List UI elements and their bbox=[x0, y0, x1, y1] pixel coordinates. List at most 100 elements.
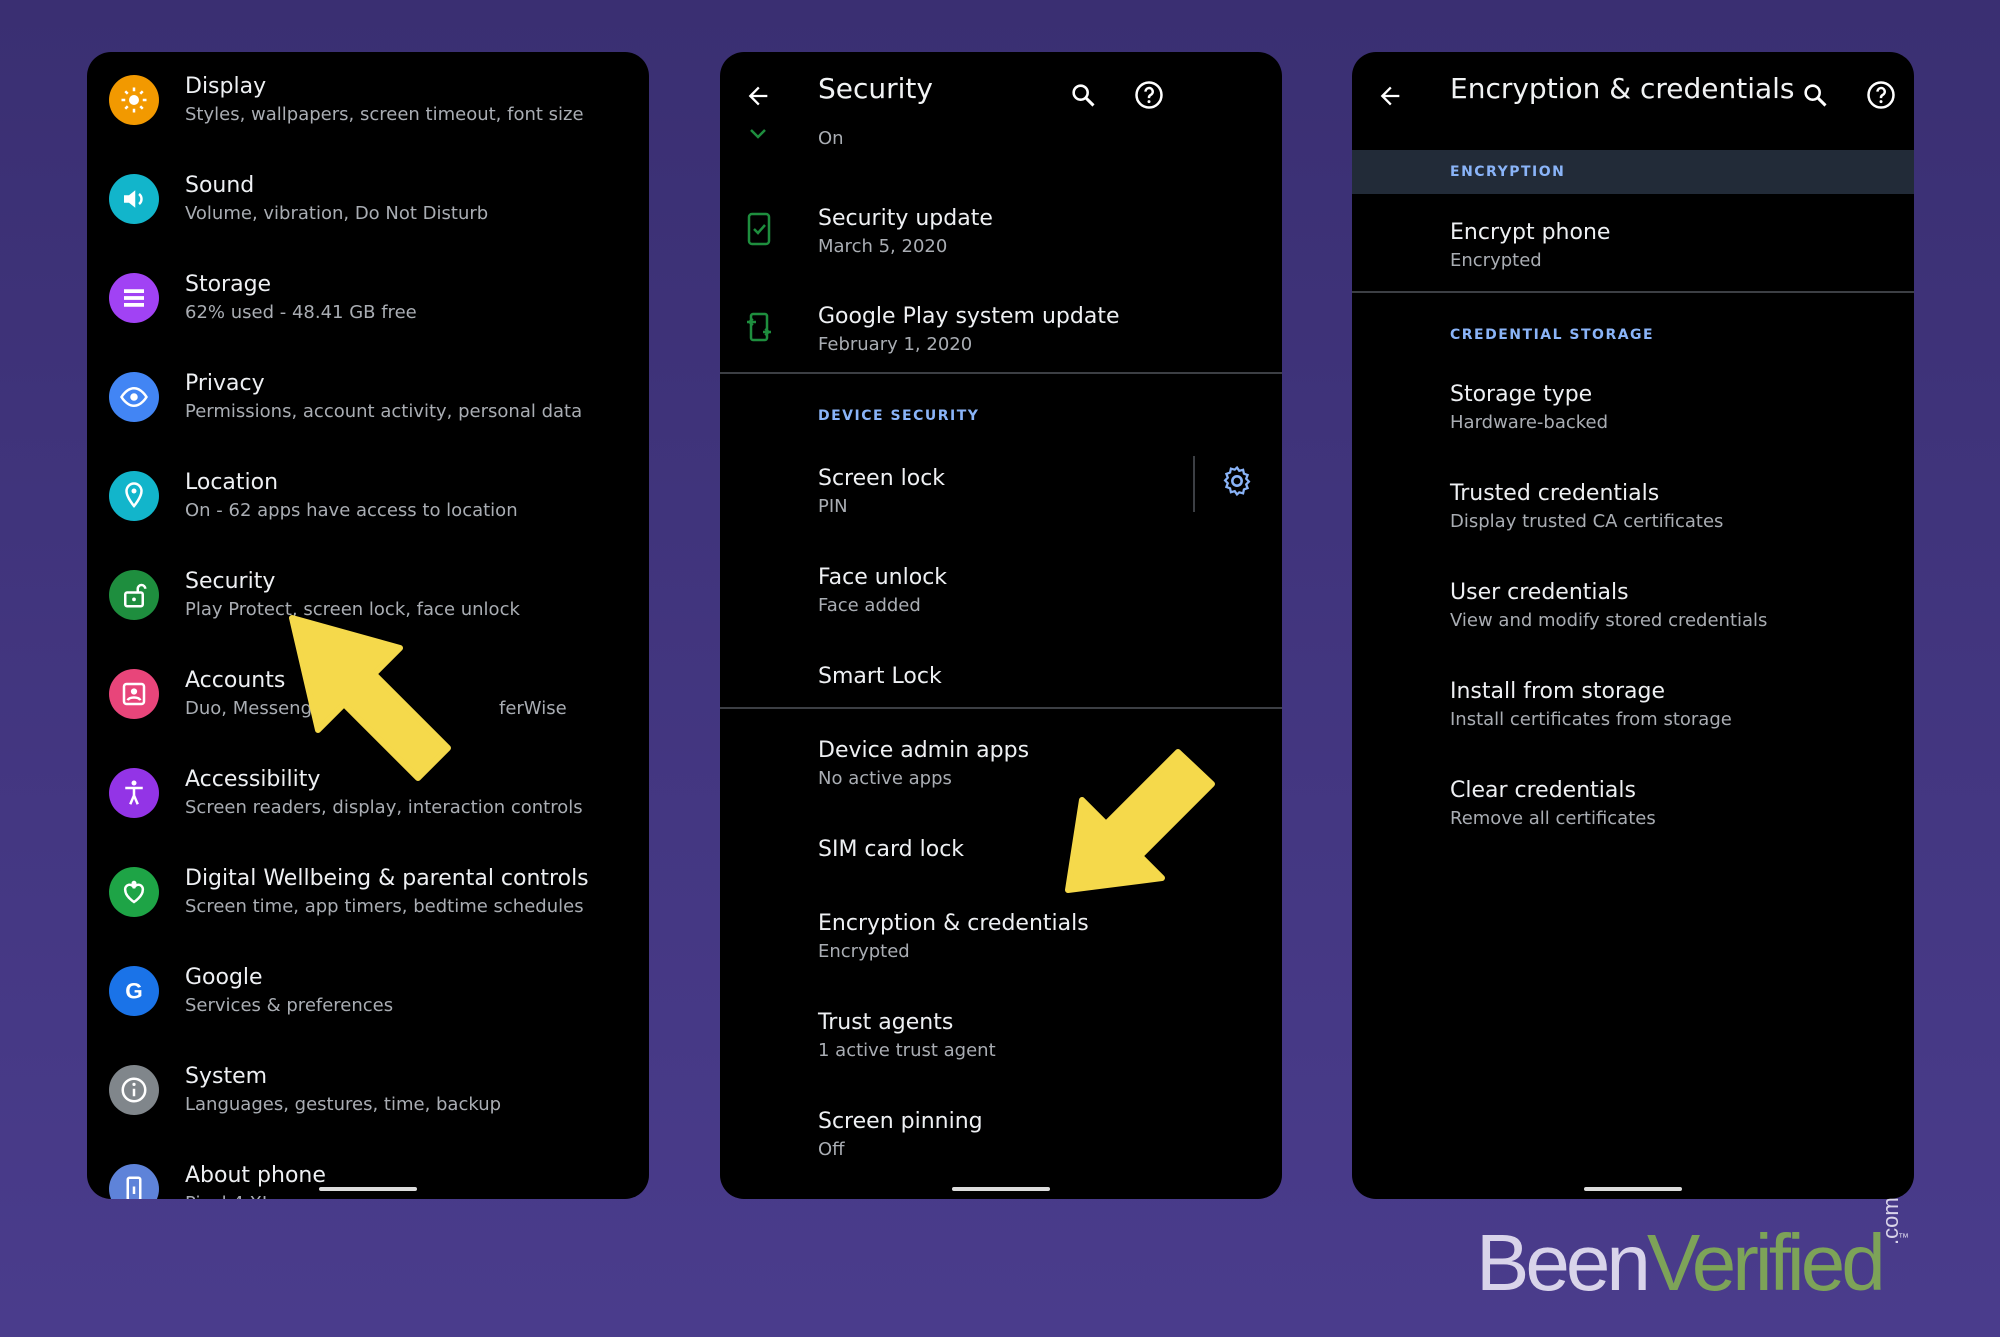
expand-chevron[interactable] bbox=[748, 126, 768, 145]
location-pin-icon bbox=[109, 471, 159, 521]
phone-sync-icon bbox=[747, 312, 771, 342]
logo-text-been: Been bbox=[1476, 1218, 1651, 1307]
settings-item-subtitle: Permissions, account activity, personal … bbox=[185, 401, 583, 422]
settings-item-title: Security bbox=[185, 569, 276, 594]
user-credentials-row[interactable]: User credentials View and modify stored … bbox=[1352, 572, 1914, 664]
gear-icon bbox=[1223, 465, 1251, 497]
logo-text-verified: Verified bbox=[1646, 1218, 1886, 1307]
settings-item-sound[interactable]: Sound Volume, vibration, Do Not Disturb bbox=[87, 161, 649, 260]
section-header-encryption: ENCRYPTION bbox=[1450, 164, 1566, 180]
settings-item-google[interactable]: G Google Services & preferences bbox=[87, 953, 649, 1052]
row-title: Encryption & credentials bbox=[818, 911, 1089, 936]
row-title: Clear credentials bbox=[1450, 778, 1636, 803]
security-phone: Security On Security update March 5, 202… bbox=[720, 52, 1282, 1199]
settings-item-subtitle-end: ferWise bbox=[499, 698, 567, 719]
row-title: Install from storage bbox=[1450, 679, 1665, 704]
settings-item-subtitle: On - 62 apps have access to location bbox=[185, 500, 518, 521]
back-button[interactable] bbox=[738, 76, 778, 116]
section-header-device-security: DEVICE SECURITY bbox=[818, 408, 980, 424]
security-update-row[interactable]: Security update March 5, 2020 bbox=[720, 194, 1282, 284]
row-subtitle: View and modify stored credentials bbox=[1450, 610, 1768, 631]
row-title: Trusted credentials bbox=[1450, 481, 1660, 506]
settings-item-title: Accounts bbox=[185, 668, 286, 693]
install-from-storage-row[interactable]: Install from storage Install certificate… bbox=[1352, 671, 1914, 763]
row-subtitle: Install certificates from storage bbox=[1450, 709, 1732, 730]
divider bbox=[720, 372, 1282, 374]
divider bbox=[1352, 291, 1914, 293]
padlock-icon bbox=[109, 570, 159, 620]
row-title: Security update bbox=[818, 206, 993, 231]
settings-item-storage[interactable]: Storage 62% used - 48.41 GB free bbox=[87, 260, 649, 359]
back-arrow-icon bbox=[748, 86, 768, 106]
wellbeing-icon bbox=[109, 867, 159, 917]
settings-item-title: Privacy bbox=[185, 371, 265, 396]
gesture-nav-bar[interactable] bbox=[319, 1187, 417, 1191]
help-icon bbox=[1135, 81, 1163, 109]
settings-item-display[interactable]: Display Styles, wallpapers, screen timeou… bbox=[87, 62, 649, 161]
screen-pinning-row[interactable]: Screen pinning Off bbox=[720, 1099, 1282, 1191]
row-subtitle: PIN bbox=[818, 496, 848, 517]
page-title: Security bbox=[818, 72, 933, 105]
back-button[interactable] bbox=[1370, 76, 1410, 116]
phone-icon bbox=[109, 1164, 159, 1199]
clear-credentials-row[interactable]: Clear credentials Remove all certificate… bbox=[1352, 770, 1914, 862]
section-band: ENCRYPTION bbox=[1352, 150, 1914, 194]
settings-item-privacy[interactable]: Privacy Permissions, account activity, pe… bbox=[87, 359, 649, 458]
settings-item-about-phone[interactable]: About phone Pixel 4 XL bbox=[87, 1151, 649, 1199]
pointer-arrow-encryption bbox=[1065, 749, 1215, 893]
search-button[interactable] bbox=[1794, 74, 1836, 116]
gesture-nav-bar[interactable] bbox=[1584, 1187, 1682, 1191]
google-play-update-row[interactable]: Google Play system update February 1, 20… bbox=[720, 292, 1282, 382]
trust-agents-row[interactable]: Trust agents 1 active trust agent bbox=[720, 1000, 1282, 1092]
row-subtitle: Encrypted bbox=[1450, 250, 1542, 271]
search-button[interactable] bbox=[1062, 74, 1104, 116]
row-subtitle: Encrypted bbox=[818, 941, 910, 962]
settings-item-subtitle: Pixel 4 XL bbox=[185, 1193, 272, 1199]
settings-item-subtitle: Screen time, app timers, bedtime schedul… bbox=[185, 896, 584, 917]
account-icon bbox=[109, 669, 159, 719]
settings-item-title: About phone bbox=[185, 1163, 326, 1188]
face-unlock-row[interactable]: Face unlock Face added bbox=[720, 555, 1282, 647]
gesture-nav-bar[interactable] bbox=[952, 1187, 1050, 1191]
storage-icon bbox=[109, 273, 159, 323]
screen-lock-row[interactable]: Screen lock PIN bbox=[720, 456, 1282, 548]
info-icon bbox=[109, 1065, 159, 1115]
settings-item-system[interactable]: System Languages, gestures, time, backup bbox=[87, 1052, 649, 1151]
vertical-divider bbox=[1193, 456, 1195, 512]
settings-item-title: Digital Wellbeing & parental controls bbox=[185, 866, 589, 891]
storage-type-row[interactable]: Storage type Hardware-backed bbox=[1352, 374, 1914, 466]
screen-lock-settings-button[interactable] bbox=[1220, 464, 1254, 502]
settings-item-subtitle: Services & preferences bbox=[185, 995, 394, 1016]
section-header-credential-storage: CREDENTIAL STORAGE bbox=[1450, 327, 1655, 343]
settings-item-digital-wellbeing-parental-controls[interactable]: Digital Wellbeing & parental controls Scr… bbox=[87, 854, 649, 953]
brightness-icon bbox=[109, 75, 159, 125]
row-title: Trust agents bbox=[818, 1010, 954, 1035]
trusted-credentials-row[interactable]: Trusted credentials Display trusted CA c… bbox=[1352, 473, 1914, 565]
back-arrow-icon bbox=[1380, 86, 1400, 106]
help-button[interactable] bbox=[1860, 74, 1902, 116]
encryption-credentials-row[interactable]: Encryption & credentials Encrypted bbox=[720, 901, 1282, 993]
page-title: Encryption & credentials bbox=[1450, 72, 1795, 105]
pointer-arrow-security bbox=[289, 615, 451, 781]
row-subtitle: 1 active trust agent bbox=[818, 1040, 996, 1061]
play-protect-status: On bbox=[818, 128, 844, 149]
help-button[interactable] bbox=[1128, 74, 1170, 116]
settings-item-location[interactable]: Location On - 62 apps have access to loca… bbox=[87, 458, 649, 557]
search-icon bbox=[1804, 84, 1827, 107]
settings-item-title: Storage bbox=[185, 272, 272, 297]
row-subtitle: Remove all certificates bbox=[1450, 808, 1656, 829]
volume-icon bbox=[109, 174, 159, 224]
security-app-bar: Security bbox=[720, 52, 1282, 142]
encryption-app-bar: Encryption & credentials bbox=[1352, 52, 1914, 142]
row-subtitle: Hardware-backed bbox=[1450, 412, 1609, 433]
smart-lock-row[interactable]: Smart Lock bbox=[720, 654, 1282, 724]
settings-item-subtitle: 62% used - 48.41 GB free bbox=[185, 302, 417, 323]
logo-trademark: ™ bbox=[1898, 1232, 1909, 1244]
row-subtitle: Display trusted CA certificates bbox=[1450, 511, 1724, 532]
beenverified-logo: BeenVerified bbox=[1476, 1218, 1886, 1308]
row-title: Device admin apps bbox=[818, 738, 1030, 763]
search-icon bbox=[1072, 84, 1095, 107]
settings-item-title: System bbox=[185, 1064, 268, 1089]
settings-item-title: Google bbox=[185, 965, 263, 990]
settings-item-title: Location bbox=[185, 470, 279, 495]
